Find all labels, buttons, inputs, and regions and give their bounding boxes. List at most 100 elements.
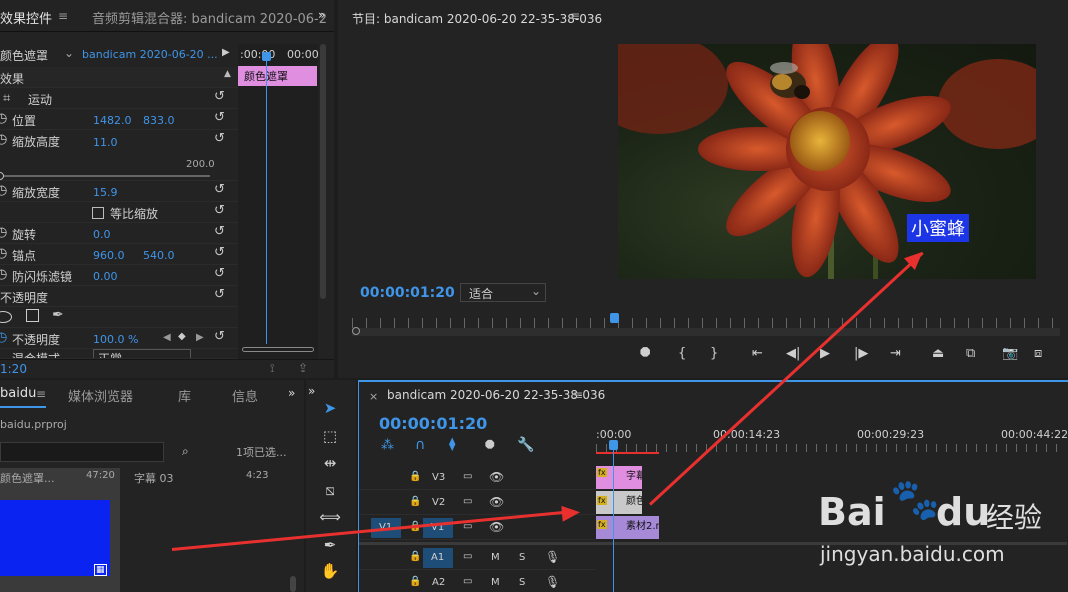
clip-select[interactable]: bandicam 2020-06-20 ... (82, 48, 218, 61)
lift-icon[interactable]: ⏏ (932, 346, 944, 361)
clip-v2[interactable]: fx 颜色 (596, 491, 642, 514)
opacity-value[interactable]: 100.0 % (93, 333, 138, 346)
selection-tool-icon[interactable]: ➤ (318, 399, 342, 421)
mark-in-icon[interactable]: { (678, 346, 686, 361)
microphone-icon[interactable]: 🎙 (545, 550, 560, 564)
overflow-chevron-icon[interactable]: » (288, 386, 295, 400)
stopwatch-icon[interactable]: ◷ (0, 246, 7, 261)
reset-icon[interactable]: ↺ (214, 110, 225, 125)
close-icon[interactable]: × (369, 390, 378, 403)
mini-playhead[interactable] (266, 58, 267, 344)
caption-title[interactable]: 小蜜蜂 (907, 214, 969, 242)
overflow-chevron-icon[interactable]: » (308, 384, 315, 398)
solo-button[interactable]: S (519, 577, 525, 588)
export-frame-icon[interactable]: 📷 (1002, 346, 1018, 361)
stopwatch-icon[interactable]: ◷ (0, 267, 7, 282)
anchor-x[interactable]: 960.0 (93, 249, 125, 262)
uniform-scale-checkbox[interactable] (92, 207, 104, 219)
blend-select[interactable]: 正常 (93, 349, 191, 358)
nest-icon[interactable]: ⁂ (381, 438, 394, 453)
program-scrub-ruler[interactable] (352, 318, 1060, 328)
lock-icon[interactable]: 🔒 (409, 576, 421, 587)
anchor-y[interactable]: 540.0 (143, 249, 175, 262)
sync-lock-icon[interactable]: ▭ (463, 471, 472, 482)
collapse-icon[interactable]: ▲ (224, 69, 231, 79)
tab-media-browser[interactable]: 媒体浏览器 (68, 386, 133, 405)
tab-audio-clip-mixer[interactable]: 音频剪辑混合器: bandicam 2020-06-2 (92, 8, 327, 27)
sync-lock-icon[interactable]: ▭ (463, 496, 472, 507)
reset-icon[interactable]: ↺ (214, 266, 225, 281)
prev-keyframe-icon[interactable]: ◀ (163, 332, 171, 343)
clip-v1[interactable]: fx 素材2.n (596, 516, 659, 539)
timeline-ruler[interactable] (596, 444, 1066, 452)
reset-icon[interactable]: ↺ (214, 182, 225, 197)
hand-tool-icon[interactable]: ✋ (318, 562, 342, 584)
rectangle-mask-icon[interactable] (26, 309, 39, 322)
extract-icon[interactable]: ⧉ (966, 346, 975, 361)
program-scroll-left[interactable] (352, 327, 360, 335)
timeline-menu-icon[interactable]: ≡ (573, 388, 583, 402)
filter-icon[interactable]: ⟟ (270, 361, 274, 376)
scale-slider-thumb[interactable] (0, 172, 4, 180)
step-back-icon[interactable]: ◀| (786, 346, 800, 361)
reset-icon[interactable]: ↺ (214, 224, 225, 239)
position-y[interactable]: 833.0 (143, 114, 175, 127)
wrench-icon[interactable]: 🔧 (517, 437, 534, 453)
export-icon[interactable]: ⇪ (298, 361, 308, 375)
program-timecode[interactable]: 00:00:01:20 (360, 285, 455, 301)
reset-icon[interactable]: ↺ (214, 329, 225, 344)
program-playhead[interactable] (610, 313, 619, 323)
work-area-bar[interactable] (596, 452, 659, 454)
track-a1-target[interactable]: A1 (423, 548, 453, 568)
pen-mask-icon[interactable]: ✒ (52, 307, 64, 323)
clip-v3[interactable]: fx 字幕 (596, 466, 642, 489)
rotation-value[interactable]: 0.0 (93, 228, 111, 241)
program-menu-icon[interactable]: ≡ (570, 9, 580, 23)
eye-icon[interactable]: 👁 (489, 470, 504, 484)
sync-lock-icon[interactable]: ▭ (463, 551, 472, 562)
play-icon[interactable]: ▶ (222, 47, 230, 58)
go-to-out-icon[interactable]: ⇥ (890, 346, 901, 361)
project-item-1[interactable]: 颜色遮罩... 47:20 ▦ (0, 468, 120, 592)
add-marker-icon[interactable]: ⯃ (485, 438, 495, 453)
reset-icon[interactable]: ↺ (214, 203, 225, 218)
reset-icon[interactable]: ↺ (214, 89, 225, 104)
add-marker-icon[interactable]: ⯃ (640, 346, 650, 361)
position-x[interactable]: 1482.0 (93, 114, 132, 127)
lock-icon[interactable]: 🔒 (409, 471, 421, 482)
stopwatch-icon[interactable]: ◷ (0, 132, 7, 147)
chevron-down-icon[interactable]: ⌄ (64, 46, 74, 60)
timeline-playhead[interactable] (613, 444, 614, 592)
linked-select-icon[interactable]: ⧫ (449, 437, 455, 452)
ellipse-mask-icon[interactable] (0, 311, 12, 323)
program-scrub-bar[interactable] (352, 328, 1060, 336)
reset-icon[interactable]: ↺ (214, 287, 225, 302)
vertical-scrollbar[interactable] (320, 44, 326, 299)
fit-select[interactable]: 适合 ⌄ (460, 283, 546, 302)
sync-lock-icon[interactable]: ▭ (463, 576, 472, 587)
stopwatch-icon[interactable]: ◷ (0, 225, 7, 240)
lock-icon[interactable]: 🔒 (409, 496, 421, 507)
scale-slider-track[interactable] (0, 175, 210, 177)
add-keyframe-icon[interactable]: ◆ (178, 331, 186, 342)
solo-button[interactable]: S (519, 552, 525, 563)
slip-tool-icon[interactable]: ⟺ (318, 508, 342, 530)
track-a2-label[interactable]: A2 (432, 577, 445, 588)
mark-out-icon[interactable]: } (710, 346, 718, 361)
mini-clip[interactable]: 颜色遮罩 (238, 66, 317, 86)
stopwatch-active-icon[interactable]: ◷ (0, 330, 7, 345)
stopwatch-icon[interactable]: ◷ (0, 183, 7, 198)
eye-icon[interactable]: 👁 (489, 495, 504, 509)
scale-width-value[interactable]: 15.9 (93, 186, 118, 199)
stopwatch-icon[interactable]: ◷ (0, 111, 7, 126)
track-select-tool-icon[interactable]: ⬚ (318, 427, 342, 449)
find-icon[interactable]: ⌕ (182, 444, 189, 459)
mini-playhead-head[interactable] (262, 52, 271, 61)
flicker-value[interactable]: 0.00 (93, 270, 118, 283)
lock-icon[interactable]: 🔒 (409, 551, 421, 562)
program-title[interactable]: 节目: bandicam 2020-06-20 22-35-38-036 (352, 10, 602, 27)
reset-icon[interactable]: ↺ (214, 245, 225, 260)
tab-menu-icon[interactable]: ≡ (58, 9, 68, 23)
pen-tool-icon[interactable]: ✒ (318, 536, 342, 558)
tab-info[interactable]: 信息 (232, 386, 258, 405)
